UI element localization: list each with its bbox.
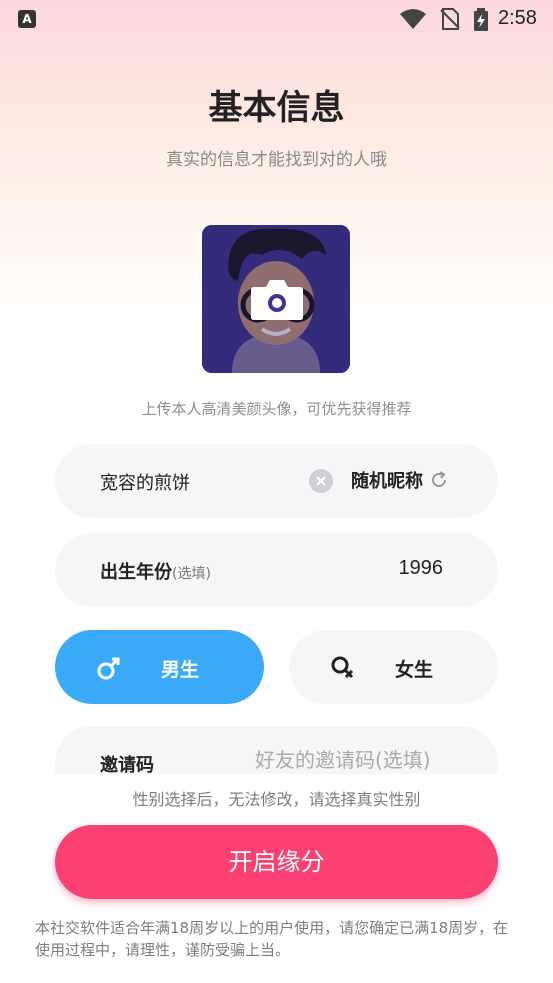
app-notification-icon: A — [18, 10, 36, 28]
random-nickname-button[interactable]: 随机昵称 — [351, 467, 449, 493]
birth-year-label: 出生年份(选填) — [100, 562, 211, 583]
birth-year-optional-tag: (选填) — [172, 566, 211, 582]
age-disclaimer: 本社交软件适合年满18周岁以上的用户使用，请您确定已满18周岁，在使用过程中，请… — [35, 919, 509, 959]
clear-icon[interactable] — [309, 469, 333, 493]
status-bar: A 2:58 — [0, 0, 553, 40]
nickname-value[interactable]: 宽容的煎饼 — [100, 469, 190, 495]
birth-year-value[interactable]: 1996 — [399, 557, 444, 580]
wifi-icon — [400, 9, 426, 29]
page-subtitle: 真实的信息才能找到对的人哦 — [166, 150, 387, 170]
invite-code-input[interactable] — [255, 748, 475, 772]
start-button[interactable]: 开启缘分 — [55, 825, 498, 899]
female-button[interactable]: 女生 — [289, 630, 498, 704]
female-icon — [331, 656, 354, 679]
refresh-icon — [432, 471, 446, 487]
gender-note: 性别选择后，无法修改，请选择真实性别 — [132, 790, 421, 809]
nickname-field[interactable]: 宽容的煎饼 随机昵称 — [55, 444, 498, 518]
male-button[interactable]: 男生 — [55, 630, 264, 704]
no-sim-icon — [440, 8, 460, 30]
battery-charging-icon — [474, 8, 488, 31]
avatar-upload[interactable] — [202, 225, 350, 373]
upload-hint: 上传本人高清美颜头像，可优先获得推荐 — [141, 400, 412, 418]
status-time: 2:58 — [498, 7, 537, 29]
male-icon — [97, 657, 120, 680]
male-label: 男生 — [161, 659, 200, 681]
random-nickname-label: 随机昵称 — [351, 471, 423, 492]
invite-code-field[interactable]: 邀请码 — [55, 726, 498, 774]
female-label: 女生 — [395, 659, 434, 681]
page-title: 基本信息 — [208, 88, 345, 128]
birth-year-field[interactable]: 出生年份(选填) 1996 — [55, 533, 498, 607]
camera-icon — [251, 280, 303, 320]
invite-code-label: 邀请码 — [100, 755, 154, 774]
